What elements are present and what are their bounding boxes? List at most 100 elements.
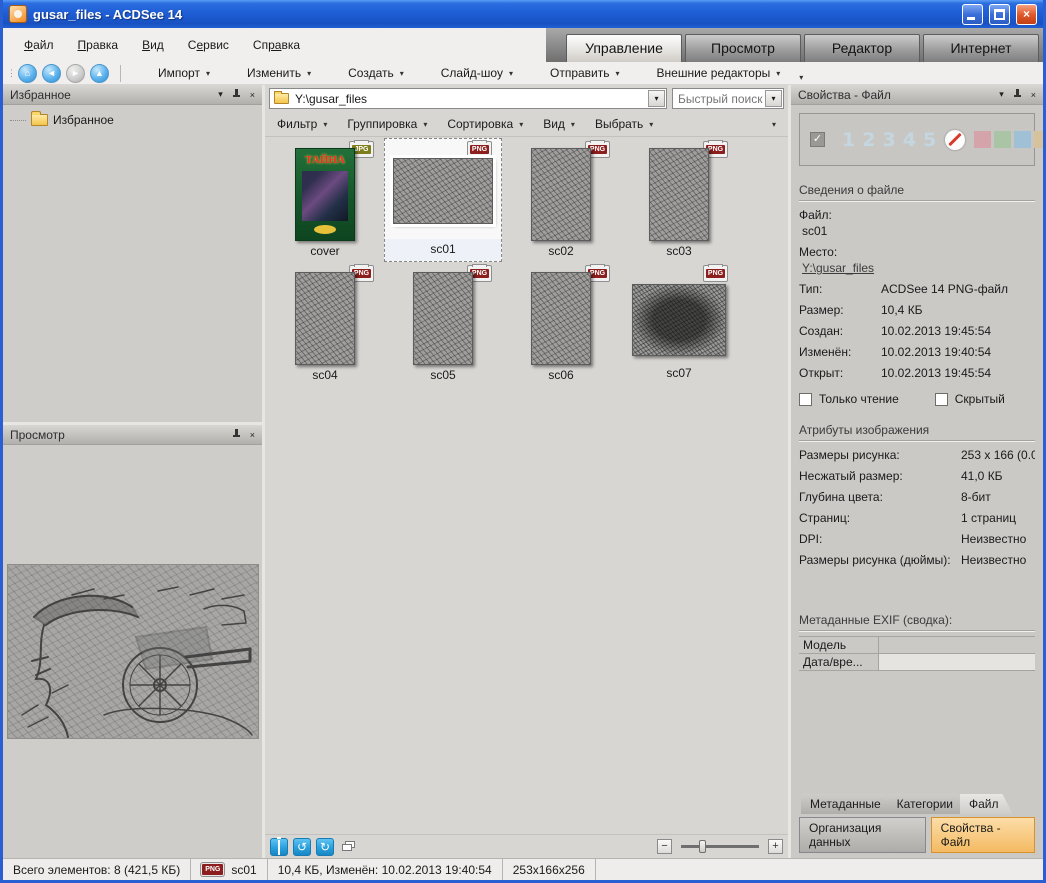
type-label: Тип: <box>799 282 881 296</box>
toolbar-overflow-icon[interactable]: ▾ <box>799 73 803 84</box>
back-button[interactable]: ◄ <box>42 64 61 83</box>
tab-internet[interactable]: Интернет <box>923 34 1039 62</box>
zoom-out-button[interactable]: − <box>657 839 672 854</box>
home-button[interactable]: ⌂ <box>18 64 37 83</box>
search-dropdown-button[interactable]: ▾ <box>765 90 782 107</box>
forward-button[interactable]: ► <box>66 64 85 83</box>
file-tile-sc01-selected[interactable]: PNG sc01 <box>384 138 502 262</box>
chevron-down-icon[interactable]: ▾ <box>218 89 223 100</box>
color-label-green[interactable] <box>994 131 1011 148</box>
close-button[interactable]: × <box>1016 4 1037 25</box>
menu-file[interactable]: Файл <box>15 34 63 56</box>
menu-help[interactable]: Справка <box>244 34 309 56</box>
preview-panel: Просмотр × <box>3 425 262 858</box>
tagged-checkbox[interactable]: ✓ <box>810 132 825 147</box>
menu-edit[interactable]: Правка <box>69 34 128 56</box>
minimize-button[interactable] <box>962 4 983 25</box>
location-link[interactable]: Y:\gusar_files <box>802 261 874 275</box>
file-value: sc01 <box>802 224 1035 238</box>
grouping-button[interactable]: Группировка▾ <box>347 117 427 131</box>
zoom-slider-thumb[interactable] <box>699 840 706 853</box>
sorting-button[interactable]: Сортировка▾ <box>447 117 523 131</box>
file-tile-cover[interactable]: JPG ТАЙНА cover <box>266 138 384 262</box>
properties-file-button[interactable]: Свойства - Файл <box>931 817 1035 853</box>
file-browser: Y:\gusar_files ▾ ▾ Фильтр▾ Группировка▾ … <box>265 85 791 858</box>
menu-view[interactable]: Вид <box>133 34 173 56</box>
rotate-right-button[interactable]: ↻ <box>316 838 334 856</box>
filter-button[interactable]: Фильтр▾ <box>277 117 327 131</box>
app-window: gusar_files - ACDSee 14 × Файл Правка Ви… <box>0 0 1046 883</box>
tab-view[interactable]: Просмотр <box>685 34 801 62</box>
file-tile-sc02[interactable]: PNG sc02 <box>502 138 620 262</box>
filter-overflow-icon[interactable]: ▾ <box>772 120 776 129</box>
tab-file[interactable]: Файл <box>960 794 1013 814</box>
chevron-down-icon: ▾ <box>616 69 620 78</box>
thumbnail-image <box>531 272 591 365</box>
back-icon: ◄ <box>47 68 56 78</box>
type-value: ACDSee 14 PNG-файл <box>881 282 1035 296</box>
select-button[interactable]: Выбрать▾ <box>595 117 653 131</box>
slideshow-button[interactable]: Слайд-шоу▾ <box>435 63 519 83</box>
pin-icon[interactable] <box>232 429 241 440</box>
toolbar-grip[interactable]: ⋮⋮ <box>7 69 13 77</box>
address-dropdown-button[interactable]: ▾ <box>648 90 665 107</box>
readonly-option[interactable]: Только чтение <box>799 392 899 406</box>
color-label-blue[interactable] <box>1014 131 1031 148</box>
thumbnail-image <box>531 148 591 241</box>
no-rating-icon[interactable] <box>945 130 965 150</box>
exif-row-model: Модель <box>799 637 1035 654</box>
tab-metadata[interactable]: Метаданные <box>801 794 895 814</box>
rating-3[interactable]: 3 <box>882 129 895 151</box>
pin-icon[interactable] <box>1013 89 1022 100</box>
exif-row-datetime: Дата/вре... <box>799 654 1035 671</box>
hidden-option[interactable]: Скрытый <box>935 392 1005 406</box>
delete-button[interactable] <box>270 838 288 856</box>
rating-4[interactable]: 4 <box>903 129 916 151</box>
trash-icon <box>278 840 280 855</box>
chevron-down-icon[interactable]: ▾ <box>999 89 1004 100</box>
import-button[interactable]: Импорт▾ <box>152 63 216 83</box>
tab-categories[interactable]: Категории <box>888 794 967 814</box>
organize-button[interactable]: Организация данных <box>799 817 926 853</box>
address-bar[interactable]: Y:\gusar_files ▾ <box>269 88 667 109</box>
menu-tools[interactable]: Сервис <box>179 34 238 56</box>
file-tile-sc04[interactable]: PNG sc04 <box>266 262 384 386</box>
close-icon[interactable]: × <box>1031 90 1036 100</box>
close-icon[interactable]: × <box>250 90 255 100</box>
zoom-slider-track[interactable] <box>681 845 759 848</box>
up-button[interactable]: ▲ <box>90 64 109 83</box>
rating-5[interactable]: 5 <box>923 129 936 151</box>
external-editors-button[interactable]: Внешние редакторы▾ <box>651 63 787 83</box>
color-label-tan[interactable] <box>1034 131 1043 148</box>
thumbnail-image <box>632 284 726 356</box>
tab-manage[interactable]: Управление <box>566 34 682 62</box>
close-icon[interactable]: × <box>250 430 255 440</box>
created-label: Создан: <box>799 324 881 338</box>
color-depth-value: 8-бит <box>961 490 1035 504</box>
file-tile-sc07[interactable]: PNG sc07 <box>620 262 738 386</box>
compare-button[interactable] <box>339 838 357 856</box>
thumbnail-image <box>413 272 473 365</box>
rating-1[interactable]: 1 <box>842 129 855 151</box>
rotate-left-button[interactable]: ↺ <box>293 838 311 856</box>
preview-image[interactable] <box>8 565 258 738</box>
send-button[interactable]: Отправить▾ <box>544 63 626 83</box>
modify-button[interactable]: Изменить▾ <box>241 63 317 83</box>
zoom-in-button[interactable]: + <box>768 839 783 854</box>
readonly-checkbox[interactable] <box>799 393 812 406</box>
tab-editor[interactable]: Редактор <box>804 34 920 62</box>
rating-2[interactable]: 2 <box>862 129 875 151</box>
file-tile-sc03[interactable]: PNG sc03 <box>620 138 738 262</box>
pin-icon[interactable] <box>232 89 241 100</box>
tree-item-favorites[interactable]: Избранное <box>8 112 257 128</box>
file-tile-sc05[interactable]: PNG sc05 <box>384 262 502 386</box>
color-label-red[interactable] <box>974 131 991 148</box>
create-button[interactable]: Создать▾ <box>342 63 410 83</box>
hidden-checkbox[interactable] <box>935 393 948 406</box>
file-tile-sc06[interactable]: PNG sc06 <box>502 262 620 386</box>
view-button[interactable]: Вид▾ <box>543 117 575 131</box>
favorites-title: Избранное <box>10 88 209 102</box>
chevron-down-icon: ▾ <box>519 120 523 129</box>
maximize-button[interactable] <box>989 4 1010 25</box>
search-input[interactable] <box>678 92 765 106</box>
